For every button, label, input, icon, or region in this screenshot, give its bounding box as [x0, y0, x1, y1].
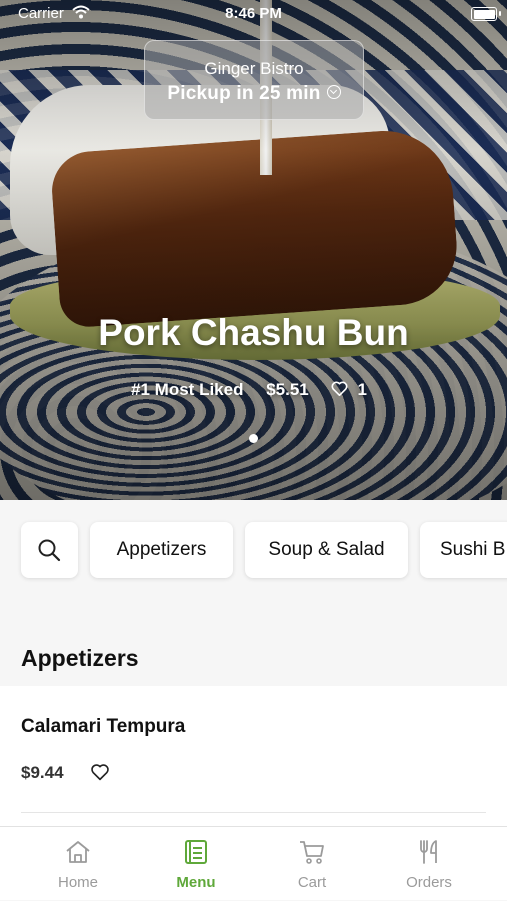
menu-item[interactable]: Calamari Tempura $9.44	[0, 686, 507, 826]
battery-icon	[471, 7, 501, 21]
featured-meta: #1 Most Liked $5.51 1	[0, 380, 507, 400]
pickup-time-label: Pickup in 25 min	[167, 83, 321, 104]
fork-knife-icon	[420, 840, 437, 864]
page-dot-active	[249, 434, 258, 443]
menu-item-price: $9.44	[21, 763, 64, 782]
menu-item-name: Calamari Tempura	[21, 716, 186, 737]
tab-menu-label: Menu	[176, 874, 216, 891]
divider	[21, 812, 486, 813]
featured-likes-count: 1	[357, 380, 367, 399]
status-bar: Carrier 8:46 PM	[0, 0, 507, 28]
store-pickup-selector[interactable]: Ginger Bistro Pickup in 25 min	[144, 40, 364, 120]
featured-price: $5.51	[266, 380, 309, 399]
search-button[interactable]	[21, 522, 78, 578]
featured-likes: 1	[331, 380, 375, 399]
menu-book-icon	[185, 840, 207, 864]
favorite-button[interactable]	[90, 763, 110, 786]
tab-bar: Home Menu Cart Orders	[0, 826, 507, 900]
featured-badge: #1 Most Liked	[131, 380, 244, 399]
search-icon	[38, 539, 61, 562]
tab-menu[interactable]: Menu	[133, 827, 259, 901]
clock: 8:46 PM	[225, 5, 282, 22]
category-chip-soup-salad[interactable]: Soup & Salad	[245, 522, 408, 578]
pickup-time: Pickup in 25 min	[145, 83, 363, 105]
carousel-page-indicator[interactable]	[0, 430, 507, 448]
store-name: Ginger Bistro	[204, 59, 304, 78]
tab-cart[interactable]: Cart	[249, 827, 375, 901]
heart-icon	[91, 764, 109, 781]
section-title: Appetizers	[21, 645, 139, 671]
heart-icon	[332, 381, 348, 397]
tab-cart-label: Cart	[297, 874, 327, 891]
tab-home[interactable]: Home	[15, 827, 141, 901]
category-chip-appetizers[interactable]: Appetizers	[90, 522, 233, 578]
cart-icon	[300, 841, 324, 864]
home-icon	[66, 841, 90, 863]
category-chip-sushi[interactable]: Sushi B	[420, 522, 507, 578]
tab-orders[interactable]: Orders	[366, 827, 492, 901]
category-bar: Appetizers Soup & Salad Sushi B	[0, 500, 507, 600]
tab-orders-label: Orders	[406, 874, 452, 891]
chevron-down-circle-icon	[326, 84, 341, 99]
tab-home-label: Home	[57, 874, 98, 891]
featured-title: Pork Chashu Bun	[98, 312, 409, 353]
